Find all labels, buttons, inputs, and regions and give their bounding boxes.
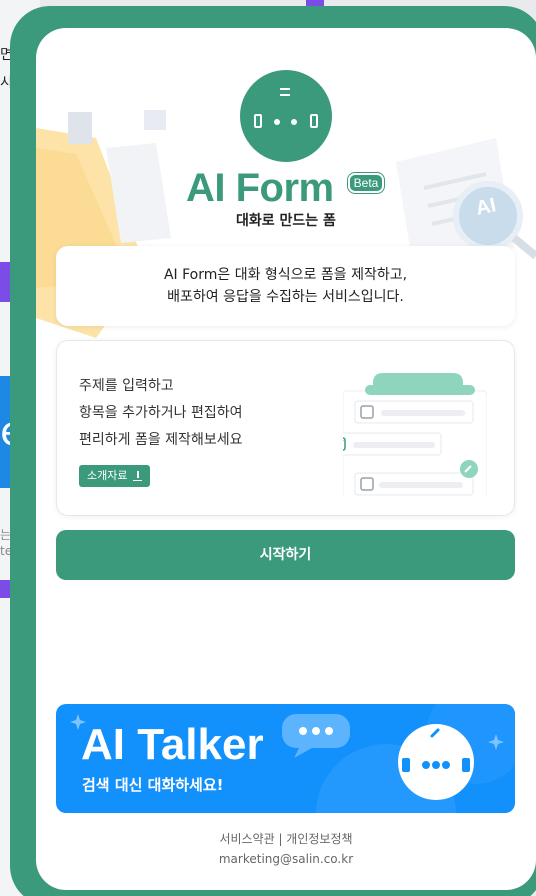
talker-robot-icon [398,724,474,800]
modal-frame: AI AI Form Beta 대화로 만드는 폼 AI Form은 대화 형식… [10,6,536,896]
download-intro-button[interactable]: 소개자료 [79,465,151,487]
footer-policy-links[interactable]: 서비스약관 | 개인정보정책 [36,830,536,847]
form-checklist-illustration [343,373,487,497]
intro-text: 주제를 입력하고 항목을 추가하거나 편집하여 편리하게 폼을 제작해보세요 [79,373,242,454]
modal-screen: AI AI Form Beta 대화로 만드는 폼 AI Form은 대화 형식… [36,28,536,890]
robot-logo-icon [240,70,332,162]
beta-badge: Beta [347,172,385,194]
download-icon [133,471,143,481]
app-title: AI Form [186,166,334,210]
intro-line-2: 항목을 추가하거나 편집하여 [79,405,243,421]
banner-subtitle: 검색 대신 대화하세요! [82,776,224,794]
app-subtitle: 대화로 만드는 폼 [236,213,336,229]
description-card: AI Form은 대화 형식으로 폼을 제작하고, 배포하여 응답을 수집하는 … [56,246,515,326]
intro-line-3: 편리하게 폼을 제작해보세요 [79,432,243,448]
intro-line-1: 주제를 입력하고 [79,378,174,394]
intro-card: 주제를 입력하고 항목을 추가하거나 편집하여 편리하게 폼을 제작해보세요 소… [56,340,515,516]
banner-title: AI Talker [81,720,264,769]
ai-talker-banner[interactable]: AI Talker 검색 대신 대화하세요! [56,704,515,813]
start-button[interactable]: 시작하기 [56,530,515,580]
download-intro-label: 소개자료 [87,469,128,482]
footer-email: marketing@salin.co.kr [218,852,354,866]
description-line-1: AI Form은 대화 형식으로 폼을 제작하고, [163,267,408,283]
description-line-2: 배포하여 응답을 수집하는 서비스입니다. [167,289,404,305]
